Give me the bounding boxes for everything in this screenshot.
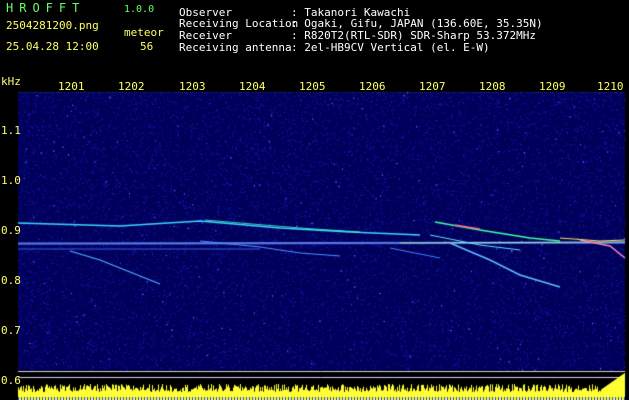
x-tick-1207: 1207 [419, 80, 446, 93]
x-tick-1210: 1210 [597, 80, 624, 93]
y-axis-unit: kHz [1, 75, 21, 88]
info-value-antenna: : 2el-HB9CV Vertical (el. E-W) [291, 41, 490, 54]
app-version: 1.0.0 [124, 4, 155, 15]
y-tick-0-9: 0.9 [1, 224, 21, 237]
meteor-count: 56 [140, 40, 154, 53]
y-tick-1-1: 1.1 [1, 124, 21, 137]
y-tick-0-6: 0.6 [1, 374, 21, 387]
spectrogram-canvas [0, 0, 629, 400]
meteor-label: meteor [124, 26, 164, 39]
x-tick-1208: 1208 [479, 80, 506, 93]
y-tick-1-0: 1.0 [1, 174, 21, 187]
x-tick-1203: 1203 [179, 80, 206, 93]
info-key-antenna: Receiving antenna [179, 41, 292, 54]
y-tick-0-7: 0.7 [1, 324, 21, 337]
app-title: HROFFT [6, 1, 86, 15]
y-tick-0-8: 0.8 [1, 274, 21, 287]
x-tick-1209: 1209 [539, 80, 566, 93]
x-tick-1205: 1205 [299, 80, 326, 93]
x-tick-1201: 1201 [58, 80, 85, 93]
file-datetime: 25.04.28 12:00 [6, 40, 99, 53]
x-tick-1204: 1204 [239, 80, 266, 93]
x-tick-1206: 1206 [359, 80, 386, 93]
file-name: 2504281200.png [6, 19, 99, 32]
x-tick-1202: 1202 [118, 80, 145, 93]
